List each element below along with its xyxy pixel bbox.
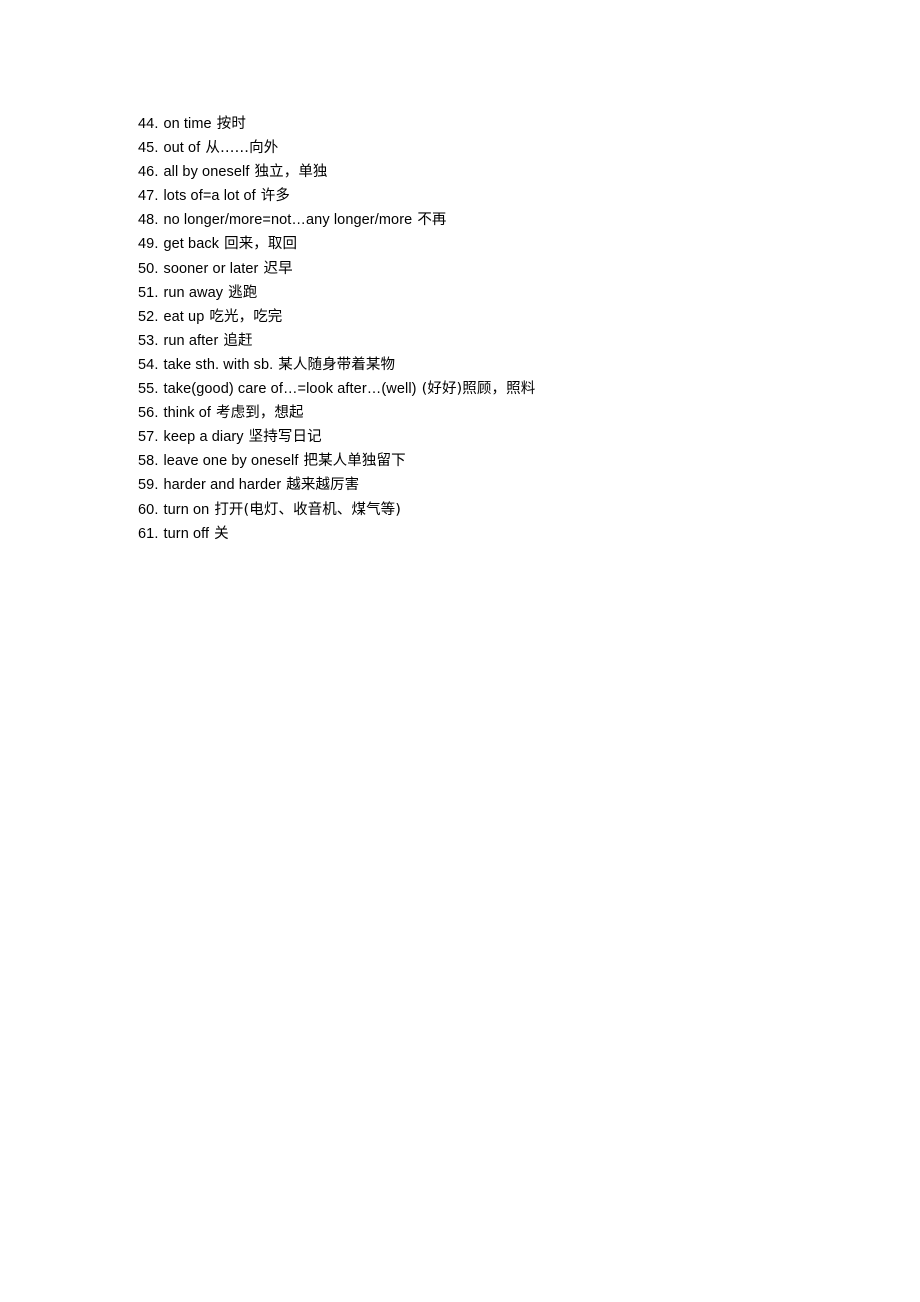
list-item: 54. take sth. with sb. 某人随身带着某物 — [138, 353, 878, 377]
list-item: 59. harder and harder 越来越厉害 — [138, 473, 878, 497]
item-number: 55. — [138, 381, 159, 398]
item-chinese: 从……向外 — [205, 140, 279, 157]
item-number: 56. — [138, 405, 159, 422]
item-chinese: 不再 — [417, 212, 447, 229]
list-item: 58. leave one by oneself 把某人单独留下 — [138, 449, 878, 473]
item-english: no longer/more=not…any longer/more — [163, 212, 413, 229]
item-english: think of — [163, 405, 212, 422]
item-english: out of — [163, 140, 201, 157]
item-english: take sth. with sb. — [163, 356, 274, 373]
item-number: 46. — [138, 164, 159, 181]
item-number: 57. — [138, 429, 159, 446]
list-item: 50. sooner or later 迟早 — [138, 257, 878, 281]
item-english: take(good) care of…=look after…(well) — [163, 381, 417, 398]
list-item: 49. get back 回来，取回 — [138, 232, 878, 256]
list-item: 48. no longer/more=not…any longer/more 不再 — [138, 208, 878, 232]
item-number: 48. — [138, 212, 159, 229]
item-chinese: 独立，单独 — [254, 164, 328, 181]
item-english: get back — [163, 236, 220, 253]
list-item: 51. run away 逃跑 — [138, 281, 878, 305]
item-english: run away — [163, 284, 224, 301]
phrase-list: 44. on time 按时 45. out of 从……向外 46. all by on… — [138, 112, 878, 546]
item-chinese: 打开(电灯、收音机、煤气等) — [214, 501, 402, 518]
item-english: all by oneself — [163, 164, 250, 181]
item-chinese: 坚持写日记 — [248, 429, 322, 446]
item-chinese: 按时 — [216, 116, 246, 132]
item-english: run after — [163, 332, 219, 349]
item-english: sooner or later — [163, 260, 259, 277]
item-chinese: 考虑到，想起 — [216, 405, 304, 422]
list-item: 55. take(good) care of…=look after…(well)… — [138, 377, 878, 401]
list-item: 52. eat up 吃光，吃完 — [138, 305, 878, 329]
item-english: harder and harder — [163, 477, 282, 494]
item-chinese: 许多 — [260, 188, 290, 205]
item-english: leave one by oneself — [163, 453, 299, 470]
list-item: 46. all by oneself 独立，单独 — [138, 160, 878, 184]
item-number: 59. — [138, 477, 159, 494]
list-item: 60. turn on 打开(电灯、收音机、煤气等) — [138, 498, 878, 522]
item-number: 44. — [138, 116, 159, 132]
list-item: 44. on time 按时 — [138, 112, 878, 136]
list-item: 56. think of 考虑到，想起 — [138, 401, 878, 425]
item-chinese: 回来，取回 — [224, 236, 298, 253]
item-english: turn on — [163, 501, 210, 518]
item-chinese: 追赶 — [223, 332, 253, 349]
item-english: lots of=a lot of — [163, 188, 256, 205]
item-chinese: 某人随身带着某物 — [278, 356, 396, 373]
item-english: on time — [163, 116, 212, 132]
item-number: 47. — [138, 188, 159, 205]
list-item: 53. run after 追赶 — [138, 329, 878, 353]
item-number: 51. — [138, 284, 159, 301]
item-chinese: 逃跑 — [228, 284, 258, 301]
list-item: 61. turn off 关 — [138, 522, 878, 546]
item-chinese: (好好)照顾，照料 — [421, 381, 536, 398]
item-number: 58. — [138, 453, 159, 470]
item-number: 52. — [138, 308, 159, 325]
item-number: 45. — [138, 140, 159, 157]
item-number: 60. — [138, 501, 159, 518]
item-chinese: 迟早 — [263, 260, 293, 277]
item-number: 61. — [138, 525, 159, 542]
item-english: keep a diary — [163, 429, 244, 446]
item-english: turn off — [163, 525, 210, 542]
item-number: 54. — [138, 356, 159, 373]
item-english: eat up — [163, 308, 205, 325]
list-item: 45. out of 从……向外 — [138, 136, 878, 160]
list-item: 47. lots of=a lot of 许多 — [138, 184, 878, 208]
item-chinese: 关 — [214, 525, 229, 542]
item-number: 53. — [138, 332, 159, 349]
item-number: 50. — [138, 260, 159, 277]
item-number: 49. — [138, 236, 159, 253]
list-item: 57. keep a diary 坚持写日记 — [138, 425, 878, 449]
document-page: 44. on time 按时 45. out of 从……向外 46. all by on… — [0, 0, 920, 1302]
item-chinese: 吃光，吃完 — [209, 308, 283, 325]
item-chinese: 越来越厉害 — [286, 477, 360, 494]
item-chinese: 把某人单独留下 — [303, 453, 406, 470]
